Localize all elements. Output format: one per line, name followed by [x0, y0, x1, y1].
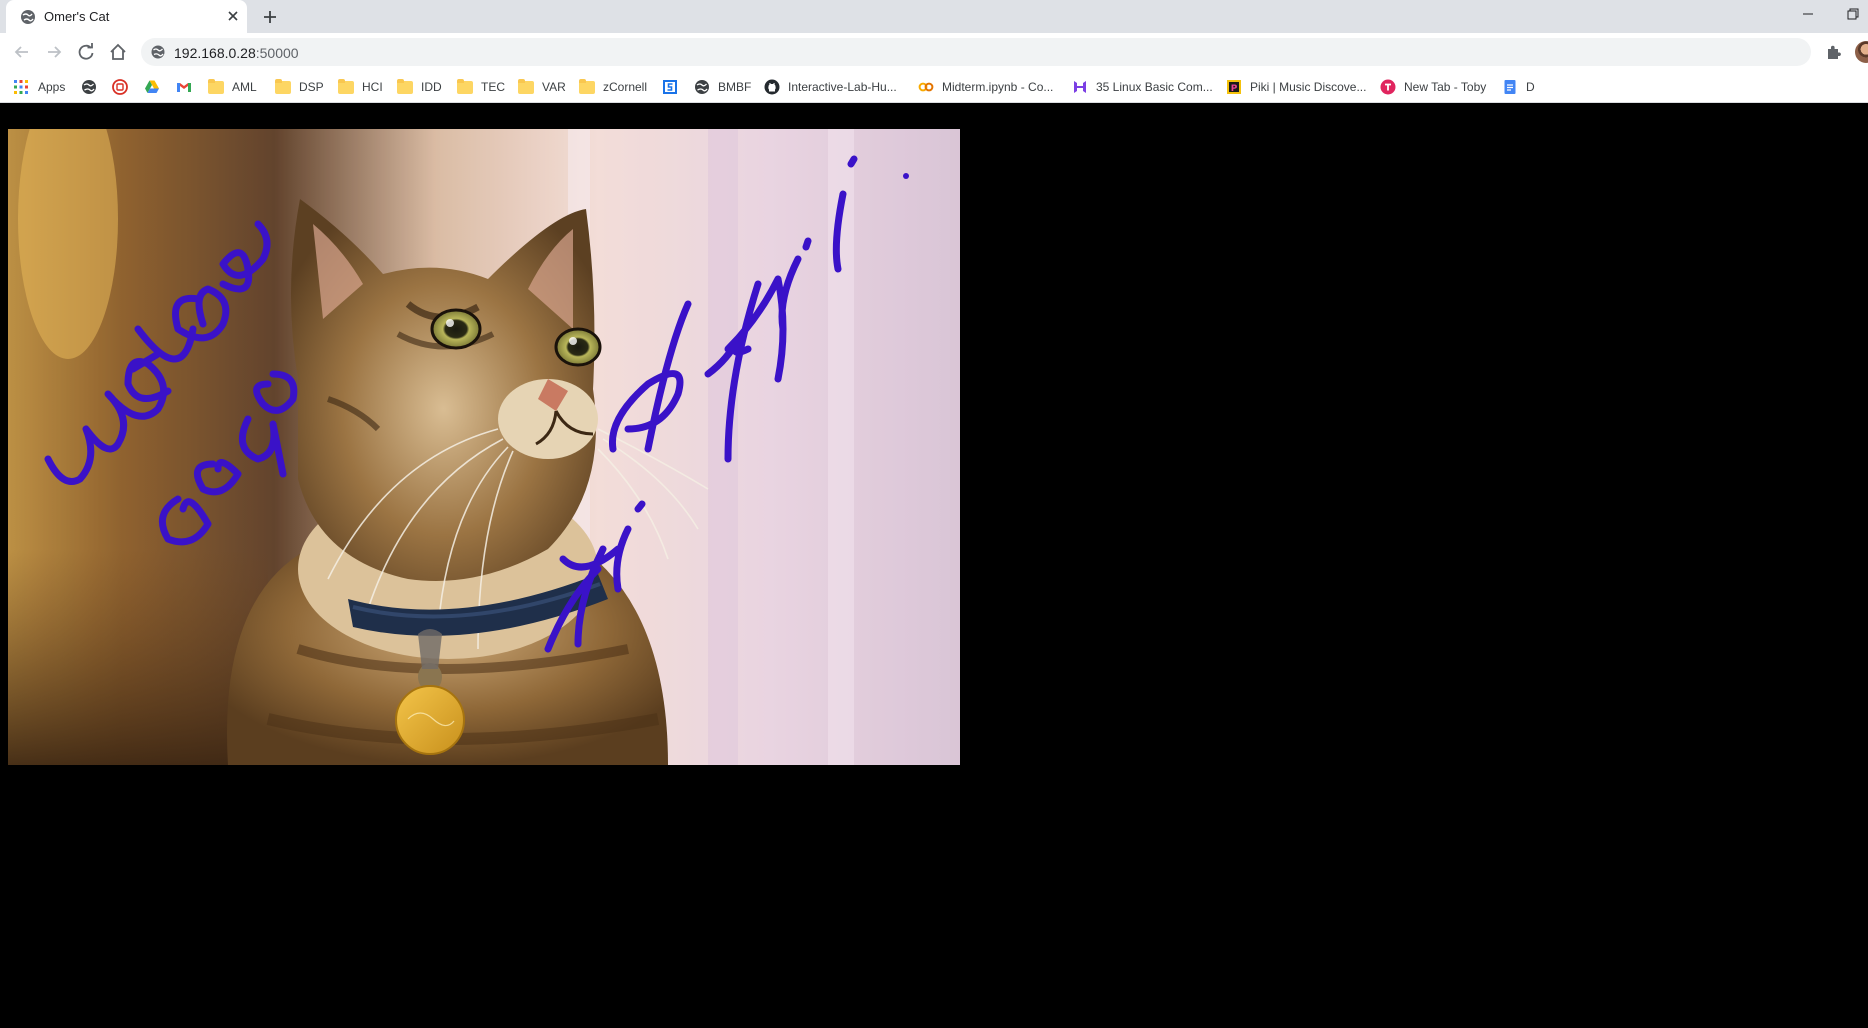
reload-icon[interactable]	[73, 39, 99, 65]
bookmark-label: Apps	[38, 80, 66, 94]
colab-icon	[918, 82, 934, 92]
folder-icon	[338, 78, 354, 94]
bookmark-label: DSP	[299, 80, 324, 94]
bookmark-piki[interactable]: P Piki | Music Discove...	[1226, 77, 1366, 97]
toby-icon	[1380, 79, 1396, 95]
folder-icon	[397, 78, 413, 94]
gmail-icon	[177, 83, 191, 92]
folder-icon	[579, 78, 595, 94]
bookmark-label: 35 Linux Basic Com...	[1096, 80, 1213, 94]
back-arrow-icon[interactable]	[9, 39, 35, 65]
github-icon	[764, 79, 780, 95]
piki-icon: P	[1227, 80, 1241, 94]
cat-photo-drawing	[8, 129, 960, 765]
bookmark-linux-commands[interactable]: 35 Linux Basic Com...	[1072, 77, 1213, 97]
close-icon[interactable]	[225, 8, 241, 24]
bookmark-folder-var[interactable]: VAR	[518, 77, 566, 97]
bookmark-folder-zcornell[interactable]: zCornell	[579, 77, 647, 97]
bookmark-label: Piki | Music Discove...	[1250, 80, 1367, 94]
home-icon[interactable]	[105, 39, 131, 65]
globe-icon	[695, 80, 709, 94]
url-port: :50000	[255, 45, 299, 61]
svg-text:P: P	[1231, 84, 1238, 94]
bookmark-label: AML	[232, 80, 257, 94]
bookmark-label: D	[1526, 80, 1535, 94]
restore-window-icon[interactable]	[1840, 4, 1864, 24]
bookmark-gmail[interactable]	[176, 77, 192, 97]
bookmark-google-drive[interactable]	[144, 77, 160, 97]
bookmark-label: TEC	[481, 80, 505, 94]
bookmark-folder-hci[interactable]: HCI	[338, 77, 383, 97]
bookmark-toby[interactable]: New Tab - Toby	[1380, 77, 1486, 97]
bookmark-label: Midterm.ipynb - Co...	[942, 80, 1054, 94]
cat-photo	[8, 129, 960, 765]
forward-arrow-icon[interactable]	[41, 39, 67, 65]
bookmark-label: zCornell	[603, 80, 648, 94]
bookmark-globe[interactable]	[81, 77, 97, 97]
url-text: 192.168.0.28:50000	[174, 45, 299, 61]
bookmark-google-docs[interactable]: D	[1502, 77, 1535, 97]
globe-icon	[82, 80, 96, 94]
minimize-icon[interactable]	[1796, 4, 1820, 24]
folder-icon	[275, 78, 291, 94]
bookmark-apps[interactable]: Apps	[13, 77, 65, 97]
url-host: 192.168.0.28	[174, 45, 256, 61]
new-tab-plus-icon[interactable]	[260, 7, 280, 27]
page-viewport	[0, 104, 1868, 1028]
bookmark-blue-s-site[interactable]	[662, 77, 678, 97]
bookmark-github[interactable]: Interactive-Lab-Hu...	[764, 77, 897, 97]
bookmark-label: Interactive-Lab-Hu...	[788, 80, 897, 94]
bookmark-colab[interactable]: Midterm.ipynb - Co...	[918, 77, 1053, 97]
folder-icon	[457, 78, 473, 94]
site-info-globe-icon[interactable]	[150, 44, 166, 60]
bookmark-label: New Tab - Toby	[1404, 80, 1487, 94]
profile-avatar[interactable]	[1855, 41, 1868, 63]
bookmark-folder-aml[interactable]: AML	[208, 77, 257, 97]
apps-grid-icon	[14, 80, 28, 94]
tab-omers-cat[interactable]: Omer's Cat	[6, 0, 247, 33]
folder-icon	[518, 78, 534, 94]
folder-icon	[208, 78, 224, 94]
bookmark-label: IDD	[421, 80, 442, 94]
bookmark-bmbf[interactable]: BMBF	[694, 77, 751, 97]
browser-toolbar: 192.168.0.28:50000	[0, 33, 1868, 71]
bookmark-label: BMBF	[718, 80, 752, 94]
bookmark-folder-dsp[interactable]: DSP	[275, 77, 324, 97]
tab-title: Omer's Cat	[44, 9, 110, 24]
extensions-puzzle-icon[interactable]	[1824, 42, 1844, 62]
address-bar[interactable]: 192.168.0.28:50000	[141, 38, 1811, 66]
bookmark-label: HCI	[362, 80, 383, 94]
purple-h-site-icon	[1074, 81, 1086, 93]
red-circle-site-icon	[112, 79, 128, 95]
bookmark-red-site[interactable]	[112, 77, 128, 97]
bookmark-label: VAR	[542, 80, 566, 94]
bookmark-folder-idd[interactable]: IDD	[397, 77, 442, 97]
google-drive-icon	[145, 80, 159, 93]
bookmarks-bar: Apps AML DSP HCI IDD TEC VAR zCornell BM…	[0, 71, 1868, 103]
globe-icon	[21, 10, 35, 24]
google-docs-icon	[1504, 80, 1516, 94]
tab-strip: Omer's Cat	[0, 0, 1868, 33]
blue-s-site-icon	[663, 80, 677, 94]
bookmark-folder-tec[interactable]: TEC	[457, 77, 505, 97]
